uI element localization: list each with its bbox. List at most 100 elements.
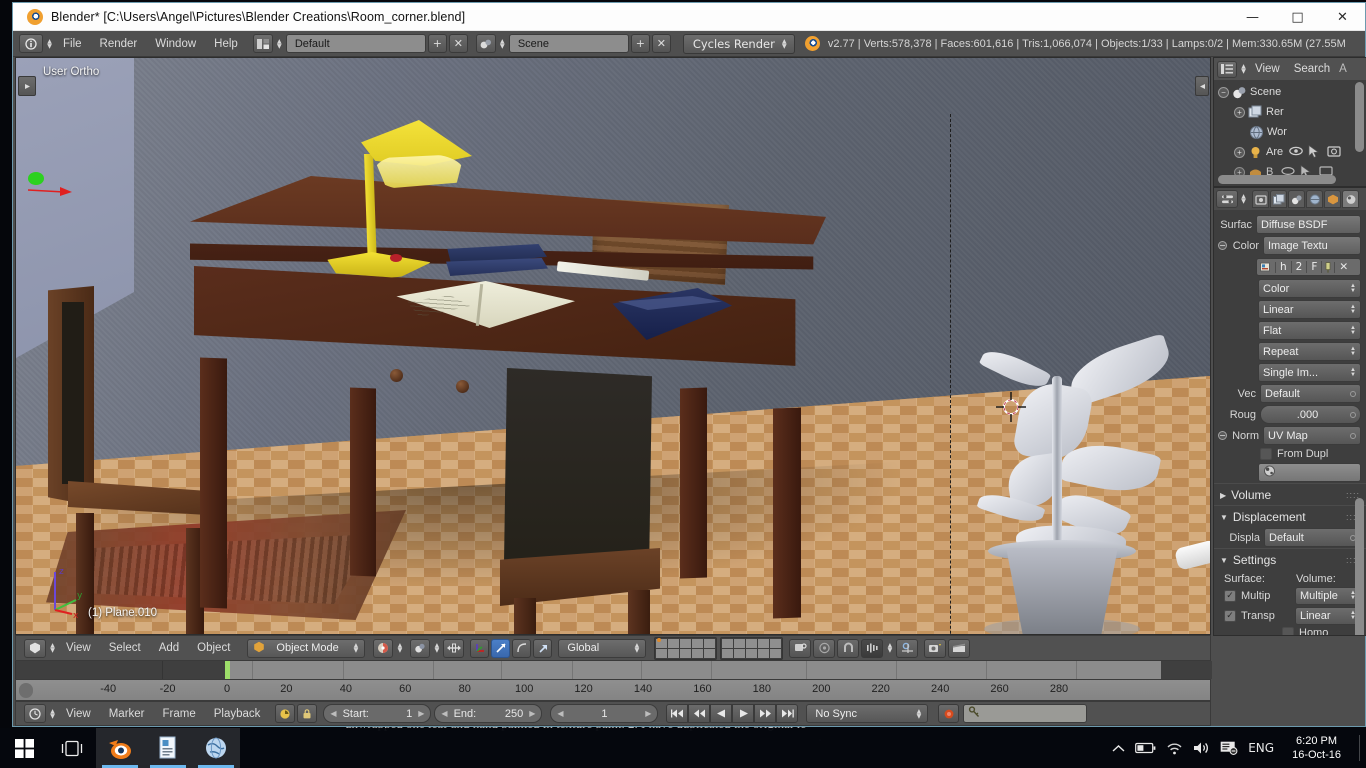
scene-layers[interactable] — [654, 636, 784, 660]
render-preview-icon[interactable] — [924, 638, 947, 658]
blender-taskbar-item[interactable] — [96, 728, 144, 768]
add-screen-button[interactable]: + — [427, 34, 447, 53]
battery-icon[interactable] — [1135, 742, 1156, 754]
timeline-editor-icon[interactable] — [24, 704, 46, 723]
sync-mode-combo[interactable]: No Sync ▲ ▼ — [806, 704, 929, 723]
opengl-render-icon[interactable] — [948, 638, 971, 658]
lock-icon[interactable] — [297, 704, 318, 723]
properties-region-toggle[interactable] — [1195, 76, 1209, 96]
outliner-horizontal-scrollbar[interactable] — [1218, 175, 1336, 184]
outliner-editor-icon[interactable] — [1217, 60, 1237, 78]
manipulator-icon[interactable] — [443, 638, 465, 658]
show-desktop-divider[interactable] — [1359, 735, 1360, 761]
close-button[interactable]: ✕ — [1320, 3, 1365, 31]
timeline-playhead[interactable] — [225, 661, 230, 679]
timeline-scrollbar-handle[interactable] — [19, 683, 33, 698]
color-input-value[interactable]: Image Textu — [1263, 236, 1361, 255]
tab-material[interactable] — [1342, 190, 1359, 208]
viewport-menu-select[interactable]: Select — [100, 635, 150, 661]
tab-object[interactable] — [1324, 190, 1341, 208]
projection-value[interactable]: Flat ▲ ▼ — [1258, 321, 1361, 340]
viewport-editor-spinner[interactable]: ▲ ▼ — [48, 643, 57, 654]
current-frame-field[interactable]: ◀ 1 ▶ — [550, 704, 659, 723]
normal-value[interactable]: UV Map — [1263, 426, 1361, 445]
volume-interpolation-value[interactable]: Linear ▲ ▼ — [1295, 607, 1361, 625]
3d-viewport[interactable]: User Ortho (1) Plane.010 z y x — [15, 57, 1211, 635]
jump-to-start-button[interactable] — [666, 704, 689, 723]
roughness-value[interactable]: .000 — [1260, 405, 1361, 424]
pin-icon[interactable] — [1322, 261, 1336, 273]
snap-target-icon[interactable] — [861, 638, 884, 658]
sync-mode-spinner[interactable]: ▲ ▼ — [914, 708, 923, 719]
minimize-button[interactable]: — — [1230, 3, 1275, 31]
displacement-value[interactable]: Default — [1264, 528, 1361, 547]
menu-render[interactable]: Render — [91, 31, 147, 57]
outliner-row-scene[interactable]: − Scene — [1214, 82, 1366, 102]
pivot-spinner[interactable]: ▲ ▼ — [432, 643, 441, 654]
screen-layout-icon[interactable] — [252, 34, 273, 53]
properties-editor-spinner[interactable]: ▲ ▼ — [1239, 194, 1248, 205]
maximize-button[interactable]: □ — [1275, 3, 1320, 31]
wifi-icon[interactable] — [1166, 742, 1183, 755]
timeline-menu-view[interactable]: View — [57, 701, 100, 727]
scene-combo[interactable]: Scene — [508, 34, 629, 53]
transparent-shadows-checkbox[interactable]: ✓ — [1224, 610, 1236, 622]
clock[interactable]: 6:20 PM 16-Oct-16 — [1284, 734, 1349, 762]
tab-scene[interactable] — [1288, 190, 1305, 208]
render-engine-combo[interactable]: Cycles Render ▲ ▼ — [682, 33, 795, 54]
normal-socket-dot[interactable]: − — [1218, 431, 1227, 440]
color-socket-dot[interactable]: − — [1218, 241, 1227, 250]
volume-panel-header[interactable]: ▶ Volume :::: — [1214, 483, 1366, 505]
image-browse-icon[interactable] — [1257, 261, 1276, 273]
texture-users-count[interactable]: 2 — [1292, 261, 1308, 273]
3d-view-editor-icon[interactable] — [24, 638, 46, 658]
volume-icon[interactable] — [1193, 741, 1210, 755]
properties-vertical-scrollbar[interactable] — [1355, 498, 1364, 635]
surface-shader-value[interactable]: Diffuse BSDF — [1256, 215, 1361, 234]
material-preview-value[interactable] — [1258, 463, 1361, 482]
transform-orientation-combo[interactable]: Global ▲ ▼ — [558, 638, 647, 658]
viewport-menu-view[interactable]: View — [57, 635, 100, 661]
interaction-mode-spinner[interactable]: ▲ ▼ — [351, 643, 360, 654]
action-center-icon[interactable] — [1220, 741, 1238, 755]
outliner-menu-search[interactable]: Search — [1287, 58, 1337, 80]
tab-render-layers[interactable] — [1270, 190, 1287, 208]
volume-sampling-value[interactable]: Multiple ▲ ▼ — [1295, 587, 1361, 605]
texture-fake-user[interactable]: F — [1307, 261, 1323, 273]
delete-screen-button[interactable]: ✕ — [448, 34, 468, 53]
timeline-scroll-strip[interactable] — [15, 661, 1212, 679]
menu-window[interactable]: Window — [146, 31, 205, 57]
screen-layout-combo[interactable]: Default — [285, 34, 426, 53]
rotate-gizmo-icon[interactable] — [491, 638, 511, 658]
viewport-menu-add[interactable]: Add — [150, 635, 188, 661]
record-icon[interactable] — [938, 704, 960, 723]
scene-icon[interactable] — [475, 34, 496, 53]
timeline-editor-spinner[interactable]: ▲ ▼ — [48, 708, 57, 719]
snap-spinner[interactable]: ▲ ▼ — [885, 643, 894, 654]
screen-layout-spinner[interactable]: ▲ ▼ — [275, 38, 284, 49]
frame-start-field[interactable]: ◀ Start: 1 ▶ — [323, 704, 432, 723]
properties-editor-icon[interactable] — [1216, 190, 1238, 208]
start-button[interactable] — [0, 728, 48, 768]
play-reverse-button[interactable] — [710, 704, 733, 723]
language-indicator[interactable]: ENG — [1248, 741, 1274, 755]
texture-unlink-button[interactable]: ✕ — [1335, 261, 1351, 273]
task-view-button[interactable] — [48, 728, 96, 768]
orientation-spinner[interactable]: ▲ ▼ — [632, 643, 641, 654]
translate-gizmo-icon[interactable] — [470, 638, 490, 658]
proportional-edit-icon[interactable] — [813, 638, 836, 658]
browser-taskbar-item[interactable] — [192, 728, 240, 768]
auto-keyframe-icon[interactable] — [275, 704, 296, 723]
cursor-icon[interactable] — [1308, 144, 1322, 159]
outliner-editor-spinner[interactable]: ▲ ▼ — [1239, 64, 1248, 75]
color-space-value[interactable]: Color ▲ ▼ — [1258, 279, 1361, 298]
menu-file[interactable]: File — [54, 31, 91, 57]
editor-type-spinner[interactable]: ▲ ▼ — [45, 38, 54, 49]
play-button[interactable] — [732, 704, 755, 723]
previous-keyframe-button[interactable] — [688, 704, 711, 723]
delete-scene-button[interactable]: ✕ — [651, 34, 671, 53]
camera-icon[interactable] — [1327, 145, 1341, 159]
transform-arrow-icon[interactable] — [533, 638, 553, 658]
outliner-row-world[interactable]: Wor — [1214, 122, 1366, 142]
tab-world[interactable] — [1306, 190, 1323, 208]
